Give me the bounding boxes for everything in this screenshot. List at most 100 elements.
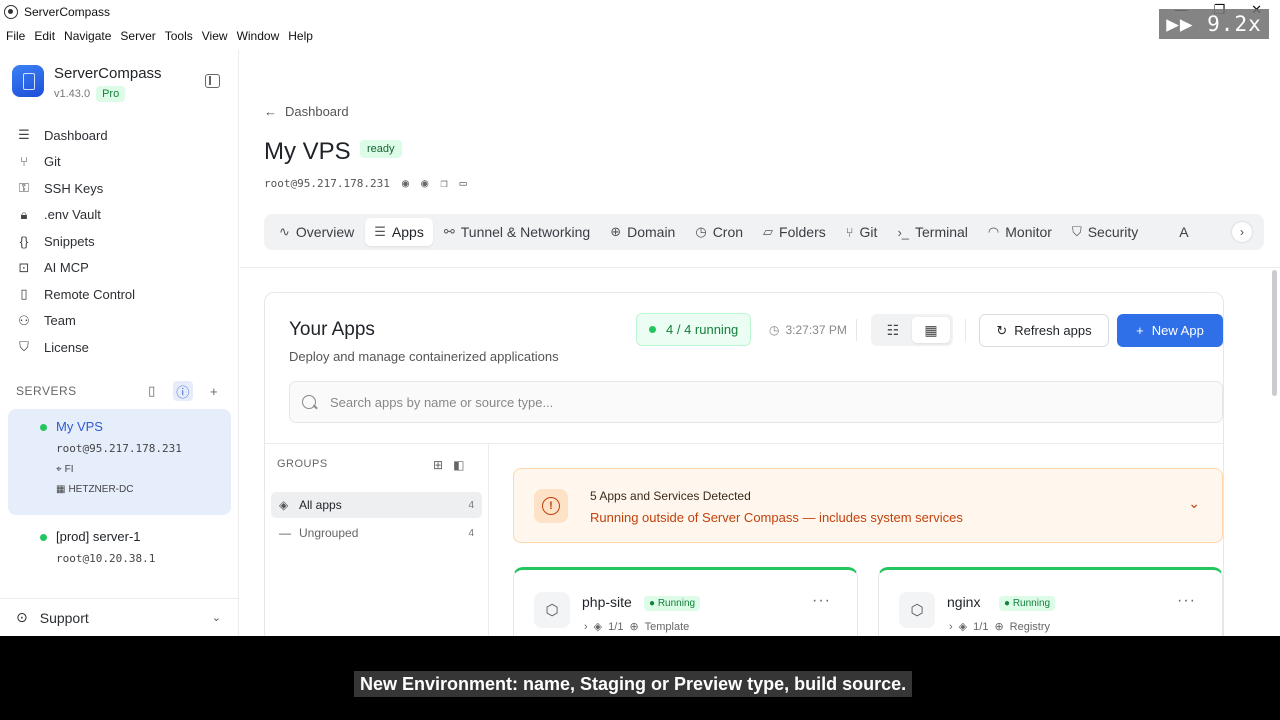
- globe-icon: ⊕: [629, 621, 639, 633]
- tab-terminal[interactable]: ›_ Terminal: [888, 218, 976, 246]
- pulse-icon: ∿: [279, 224, 290, 239]
- sidebar-item-remote-control[interactable]: ▯ Remote Control: [16, 281, 135, 308]
- lock-icon: 🔒︎: [20, 206, 28, 222]
- sidebar-item-license[interactable]: ⛉ License: [16, 334, 135, 361]
- robot-icon: ⊡: [18, 259, 30, 275]
- copy-icon[interactable]: ❐: [440, 176, 447, 190]
- container-icon: ⬡: [534, 592, 570, 628]
- alert-title: 5 Apps and Services Detected: [590, 489, 751, 503]
- support-icon: ⊙: [16, 609, 28, 625]
- server-tabs: ∿ Overview ☰ Apps ⚯ Tunnel & Networking ⊕ Do…: [264, 214, 1264, 250]
- main-content: ← Dashboard My VPS ready root@95.217.178…: [240, 50, 1280, 652]
- more-options-icon[interactable]: ···: [1177, 592, 1196, 610]
- tab-tunnel-networking[interactable]: ⚯ Tunnel & Networking: [435, 218, 599, 246]
- refresh-icon: ↻: [996, 322, 1008, 338]
- running-dot: [649, 326, 656, 333]
- server-item-prod-server-1[interactable]: [prod] server-1 root@10.20.38.1: [8, 519, 231, 579]
- playback-speed-overlay: ▶▶ 9.2x: [1159, 9, 1269, 39]
- tab-overview[interactable]: ∿ Overview: [270, 218, 363, 246]
- plan-badge: Pro: [96, 86, 126, 102]
- layers-icon: ◈: [593, 621, 603, 633]
- window-title: ServerCompass: [24, 5, 111, 19]
- brand-name: ServerCompass: [54, 65, 162, 82]
- server-device-icon[interactable]: ▯: [145, 383, 159, 398]
- sidebar-item-ai-mcp[interactable]: ⊡ AI MCP: [16, 255, 135, 282]
- terminal-icon: ›_: [897, 224, 909, 240]
- location-pin-icon: ⌖: [56, 464, 62, 475]
- tab-domain[interactable]: ⊕ Domain: [601, 218, 684, 246]
- support-menu[interactable]: ⊙ Support ⌄: [0, 598, 239, 636]
- app-version: v1.43.0: [54, 88, 91, 100]
- group-all-apps[interactable]: ◈ All apps 4: [271, 492, 482, 518]
- tab-security[interactable]: ⛉ Security: [1063, 218, 1147, 246]
- sidebar-item-env-vault[interactable]: 🔒︎ .env Vault: [16, 202, 135, 229]
- chevron-right-icon[interactable]: ›: [949, 621, 953, 633]
- menu-tools[interactable]: Tools: [165, 29, 199, 43]
- sidebar-item-ssh-keys[interactable]: ⚿ SSH Keys: [16, 175, 135, 202]
- server-address: root@95.217.178.231: [56, 442, 182, 455]
- group-ungrouped[interactable]: — Ungrouped 4: [271, 520, 482, 546]
- menu-file[interactable]: File: [6, 29, 31, 43]
- collapse-panel-icon[interactable]: ◧: [453, 458, 464, 472]
- sidebar-item-snippets[interactable]: {} Snippets: [16, 228, 135, 255]
- detected-apps-alert[interactable]: ! 5 Apps and Services Detected Running o…: [513, 468, 1223, 543]
- menu-window[interactable]: Window: [237, 29, 286, 43]
- server-location: ⌖ FI: [56, 464, 74, 475]
- dash-icon: —: [279, 526, 291, 540]
- list-view-icon[interactable]: ☷: [874, 317, 912, 343]
- sidebar-item-dashboard[interactable]: ☰ Dashboard: [16, 122, 135, 149]
- menu-server[interactable]: Server: [120, 29, 161, 43]
- sidebar-item-git[interactable]: ⑂ Git: [16, 149, 135, 176]
- grid-view-icon[interactable]: ▦: [912, 317, 950, 343]
- app-meta: › ◈ 1/1 ⊕ Template: [584, 620, 690, 634]
- search-icon: [302, 395, 316, 409]
- tab-git[interactable]: ⑂ Git: [837, 218, 887, 246]
- server-status-dot: [40, 534, 47, 541]
- shield-icon: ⛉: [1071, 224, 1082, 239]
- new-folder-icon[interactable]: ⊞: [433, 458, 443, 472]
- window-icon[interactable]: ▭: [460, 176, 467, 190]
- menu-bar: File Edit Navigate Server Tools View Win…: [0, 24, 322, 48]
- sidebar-item-team[interactable]: ⚇ Team: [16, 308, 135, 335]
- eye-icon[interactable]: ◉: [402, 176, 409, 190]
- status-badge: ready: [360, 140, 402, 158]
- server-provider: ▦ HETZNER-DC: [56, 484, 134, 495]
- chevron-down-icon[interactable]: ⌄: [1188, 495, 1200, 512]
- sidebar-nav: ☰ Dashboard ⑂ Git ⚿ SSH Keys 🔒︎ .env Vau…: [16, 122, 135, 361]
- brand: ServerCompass v1.43.0 Pro: [12, 65, 162, 102]
- server-name: [prod] server-1: [56, 529, 141, 544]
- groups-sidebar: GROUPS ⊞ ◧ ◈ All apps 4 — Ungrouped 4: [265, 444, 489, 651]
- refresh-apps-button[interactable]: ↻ Refresh apps: [979, 314, 1109, 347]
- key-icon: ⚿: [19, 180, 29, 196]
- search-input[interactable]: [330, 394, 930, 410]
- tab-apps[interactable]: ☰ Apps: [365, 218, 433, 246]
- user-icon: ⚇: [18, 312, 30, 328]
- chevron-right-icon[interactable]: ›: [1232, 222, 1252, 242]
- menu-navigate[interactable]: Navigate: [64, 29, 117, 43]
- network-icon: ⚯: [443, 224, 455, 239]
- app-meta: › ◈ 1/1 ⊕ Registry: [949, 620, 1050, 634]
- layers-icon: ◈: [279, 498, 289, 512]
- layers-icon: ◈: [958, 621, 968, 633]
- tab-overflow[interactable]: A: [1149, 218, 1197, 246]
- apps-title: Your Apps: [289, 319, 375, 340]
- menu-view[interactable]: View: [202, 29, 234, 43]
- server-item-my-vps[interactable]: My VPS root@95.217.178.231 ⌖ FI ▦ HETZNE…: [8, 409, 231, 515]
- divider: [965, 319, 966, 341]
- new-app-button[interactable]: + New App: [1117, 314, 1223, 347]
- server-info-icon[interactable]: ⓘ: [173, 381, 193, 401]
- menu-edit[interactable]: Edit: [34, 29, 61, 43]
- chevron-right-icon[interactable]: ›: [584, 621, 588, 633]
- globe-icon: ⊕: [610, 224, 622, 239]
- main-scrollbar[interactable]: [1272, 270, 1277, 396]
- add-server-icon[interactable]: +: [207, 384, 221, 399]
- collapse-sidebar-icon[interactable]: [205, 74, 220, 88]
- more-options-icon[interactable]: ···: [812, 592, 831, 610]
- tab-monitor[interactable]: ◠ Monitor: [979, 218, 1061, 246]
- tab-folders[interactable]: ▱ Folders: [754, 218, 835, 246]
- eye-icon[interactable]: ◉: [421, 176, 428, 190]
- breadcrumb[interactable]: ← Dashboard: [264, 104, 349, 119]
- menu-help[interactable]: Help: [288, 29, 319, 43]
- tab-cron[interactable]: ◷ Cron: [686, 218, 752, 246]
- app-logo-icon: [4, 5, 18, 19]
